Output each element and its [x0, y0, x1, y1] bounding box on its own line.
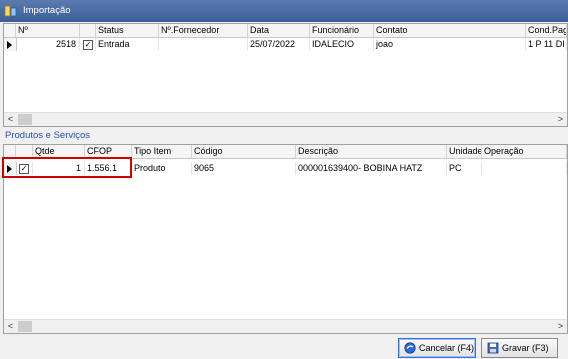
products-grid-hscrollbar[interactable]: < > [4, 319, 567, 333]
import-grid-header: Nº Status Nº.Fornecedor Data Funcionário… [4, 24, 567, 38]
save-icon [487, 342, 499, 354]
import-grid[interactable]: Nº Status Nº.Fornecedor Data Funcionário… [3, 23, 568, 127]
header-status[interactable]: Status [96, 24, 159, 37]
cell-fornecedor [159, 38, 248, 51]
header-check[interactable] [80, 24, 96, 37]
header-data[interactable]: Data [248, 24, 310, 37]
header-operacao[interactable]: Operação [482, 145, 567, 158]
section-title: Produtos e Serviços [5, 130, 91, 141]
header-cond-pag[interactable]: Cond.Pag [526, 24, 567, 37]
cell-operacao [482, 162, 567, 175]
cell-tipo-item: Produto [132, 162, 192, 175]
current-row-arrow-icon [7, 41, 12, 49]
cell-contato: joao [374, 38, 526, 51]
window-titlebar: Importação [0, 0, 568, 22]
scroll-thumb[interactable] [18, 321, 32, 332]
cell-unidade: PC [447, 162, 482, 175]
save-button-label: Gravar (F3) [502, 343, 549, 353]
highlight-annotation [2, 157, 132, 178]
scroll-left-icon[interactable]: < [4, 113, 17, 126]
cancel-button[interactable]: Cancelar (F4) [398, 338, 476, 358]
header-tipo-item[interactable]: Tipo Item [132, 145, 192, 158]
cell-status: Entrada [96, 38, 159, 51]
save-button[interactable]: Gravar (F3) [481, 338, 558, 358]
cell-funcionario: IDALECIO [310, 38, 374, 51]
header-unidade[interactable]: Unidade [447, 145, 482, 158]
table-row[interactable]: 2518 ✓ Entrada 25/07/2022 IDALECIO joao … [4, 38, 567, 51]
app-icon [4, 5, 17, 17]
import-grid-hscrollbar[interactable]: < > [4, 112, 567, 126]
header-numero[interactable]: Nº [16, 24, 80, 37]
header-funcionario[interactable]: Funcionário [310, 24, 374, 37]
cell-check[interactable]: ✓ [80, 38, 96, 51]
header-indicator [4, 24, 16, 37]
scroll-thumb[interactable] [18, 114, 32, 125]
cell-data: 25/07/2022 [248, 38, 310, 51]
header-codigo[interactable]: Código [192, 145, 296, 158]
header-fornecedor[interactable]: Nº.Fornecedor [159, 24, 248, 37]
scroll-right-icon[interactable]: > [554, 113, 567, 126]
row-checkbox[interactable]: ✓ [83, 40, 93, 50]
scroll-right-icon[interactable]: > [554, 320, 567, 333]
cell-descricao: 000001639400- BOBINA HATZ [296, 162, 447, 175]
cell-codigo: 9065 [192, 162, 296, 175]
header-descricao[interactable]: Descrição [296, 145, 447, 158]
scroll-left-icon[interactable]: < [4, 320, 17, 333]
cell-cond-pag: 1 P 11 DI [526, 38, 567, 51]
header-contato[interactable]: Contato [374, 24, 526, 37]
cancel-icon [404, 342, 416, 354]
cell-numero: 2518 [16, 38, 80, 51]
window-title: Importação [23, 5, 71, 16]
cancel-button-label: Cancelar (F4) [419, 343, 475, 353]
